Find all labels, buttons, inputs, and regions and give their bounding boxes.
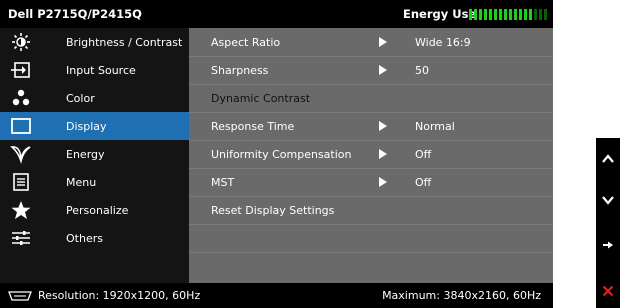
close-icon <box>602 285 614 297</box>
display-icon <box>11 118 31 134</box>
sidebar-item-menu[interactable]: Menu <box>0 168 189 196</box>
energy-meter-segment <box>529 9 532 20</box>
empty-row <box>189 252 553 280</box>
energy-meter-segment <box>524 9 527 20</box>
sidebar-item-label: Input Source <box>66 64 136 77</box>
setting-label: Response Time <box>211 120 295 133</box>
chevron-down-icon <box>602 196 614 205</box>
sidebar-item-label: Display <box>66 120 107 133</box>
arrow-right-icon <box>603 241 613 249</box>
energy-meter-segment <box>484 9 487 20</box>
sidebar-item-label: Menu <box>66 176 97 189</box>
status-bar: Resolution: 1920x1200, 60Hz Maximum: 384… <box>0 283 553 308</box>
energy-meter-segment <box>509 9 512 20</box>
energy-meter-segment <box>539 9 542 20</box>
energy-meter-segment <box>514 9 517 20</box>
sidebar: Brightness / Contrast Input Source Color… <box>0 28 189 283</box>
setting-mst[interactable]: MST Off <box>189 168 553 197</box>
enter-button[interactable] <box>596 230 620 260</box>
current-resolution: Resolution: 1920x1200, 60Hz <box>38 289 201 302</box>
energy-meter-segment <box>519 9 522 20</box>
setting-dynamic-contrast[interactable]: Dynamic Contrast <box>189 84 553 113</box>
arrow-right-icon <box>379 121 387 131</box>
monitor-button-strip <box>596 138 620 308</box>
setting-value: 50 <box>415 64 429 77</box>
energy-meter-segment <box>544 9 547 20</box>
sidebar-item-label: Color <box>66 92 95 105</box>
sidebar-item-others[interactable]: Others <box>0 224 189 252</box>
sidebar-item-label: Brightness / Contrast <box>66 36 183 49</box>
exit-button[interactable] <box>596 276 620 306</box>
empty-row <box>189 224 553 253</box>
arrow-right-icon <box>379 37 387 47</box>
setting-label: Reset Display Settings <box>211 204 335 217</box>
setting-aspect-ratio[interactable]: Aspect Ratio Wide 16:9 <box>189 28 553 57</box>
sidebar-item-display[interactable]: Display <box>0 112 189 140</box>
energy-icon <box>10 146 31 164</box>
osd-menu: Dell P2715Q/P2415Q Energy Use Brightness… <box>0 0 553 308</box>
star-icon <box>11 201 31 219</box>
setting-value: Normal <box>415 120 455 133</box>
sidebar-item-label: Personalize <box>66 204 129 217</box>
display-connector-icon <box>8 291 32 301</box>
setting-reset-display[interactable]: Reset Display Settings <box>189 196 553 225</box>
setting-sharpness[interactable]: Sharpness 50 <box>189 56 553 85</box>
sidebar-item-personalize[interactable]: Personalize <box>0 196 189 224</box>
setting-response-time[interactable]: Response Time Normal <box>189 112 553 141</box>
sidebar-item-input-source[interactable]: Input Source <box>0 56 189 84</box>
energy-meter-segment <box>489 9 492 20</box>
sidebar-item-brightness-contrast[interactable]: Brightness / Contrast <box>0 28 189 56</box>
energy-meter-segment <box>474 9 477 20</box>
sidebar-item-color[interactable]: Color <box>0 84 189 112</box>
chevron-up-icon <box>602 154 614 163</box>
energy-meter-segment <box>504 9 507 20</box>
energy-meter <box>469 9 547 20</box>
brightness-icon <box>12 33 30 51</box>
setting-label: Uniformity Compensation <box>211 148 352 161</box>
setting-value: Wide 16:9 <box>415 36 471 49</box>
setting-value: Off <box>415 176 432 189</box>
title-bar: Dell P2715Q/P2415Q Energy Use <box>0 0 553 28</box>
setting-value: Off <box>415 148 432 161</box>
energy-meter-segment <box>479 9 482 20</box>
sidebar-item-label: Energy <box>66 148 105 161</box>
setting-label: Sharpness <box>211 64 269 77</box>
energy-meter-segment <box>494 9 497 20</box>
display-settings-panel: Aspect Ratio Wide 16:9 Sharpness 50 Dyna… <box>189 28 553 283</box>
input-source-icon <box>11 62 30 78</box>
up-button[interactable] <box>596 144 620 174</box>
energy-use-label: Energy Use <box>403 7 477 21</box>
setting-label: MST <box>211 176 235 189</box>
energy-meter-segment <box>499 9 502 20</box>
setting-label: Dynamic Contrast <box>211 92 311 105</box>
arrow-right-icon <box>379 177 387 187</box>
down-button[interactable] <box>596 185 620 215</box>
model-name: Dell P2715Q/P2415Q <box>8 7 142 21</box>
sidebar-item-energy[interactable]: Energy <box>0 140 189 168</box>
sliders-icon <box>12 231 30 245</box>
energy-meter-segment <box>534 9 537 20</box>
maximum-resolution: Maximum: 3840x2160, 60Hz <box>382 289 541 302</box>
setting-uniformity-compensation[interactable]: Uniformity Compensation Off <box>189 140 553 169</box>
setting-label: Aspect Ratio <box>211 36 281 49</box>
arrow-right-icon <box>379 65 387 75</box>
arrow-right-icon <box>379 149 387 159</box>
color-icon <box>12 89 30 106</box>
sidebar-item-label: Others <box>66 232 103 245</box>
menu-icon <box>13 173 29 191</box>
energy-meter-segment <box>469 9 472 20</box>
